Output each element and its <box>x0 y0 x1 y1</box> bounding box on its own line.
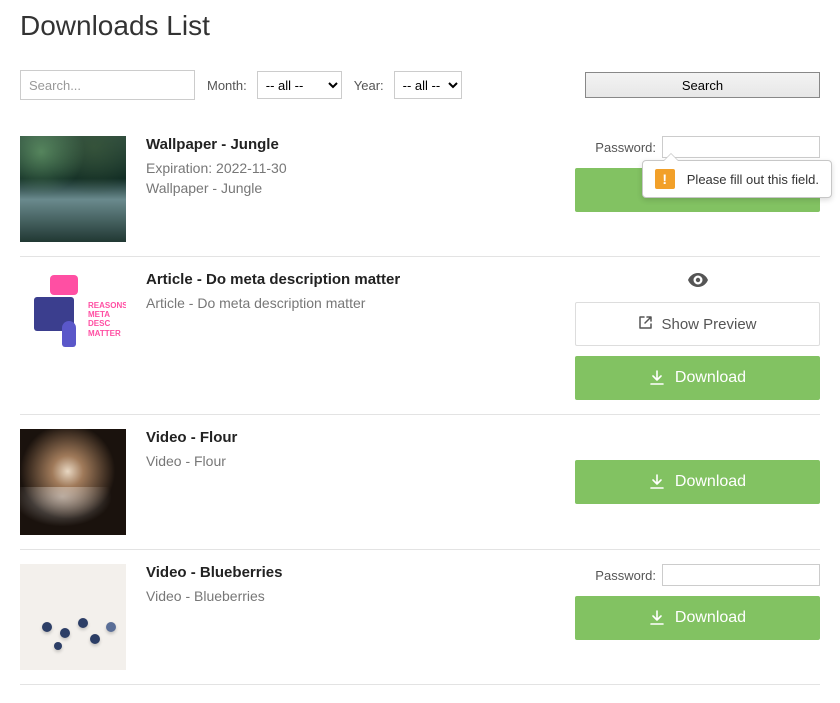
show-preview-button[interactable]: Show Preview <box>575 302 820 346</box>
download-button[interactable]: Download <box>575 596 820 640</box>
preview-label: Show Preview <box>661 316 756 333</box>
list-item: Video - Blueberries Video - Blueberries … <box>20 550 820 685</box>
password-row: Password: ! Please fill out this field. <box>575 136 820 158</box>
list-item: Wallpaper - Jungle Expiration: 2022-11-3… <box>20 122 820 257</box>
item-title: Wallpaper - Jungle <box>146 136 555 153</box>
warning-icon: ! <box>655 169 675 189</box>
item-meta: Video - Blueberries Video - Blueberries <box>146 564 555 670</box>
download-label: Download <box>675 473 746 491</box>
item-title: Video - Flour <box>146 429 555 446</box>
year-select[interactable]: -- all -- <box>394 71 462 99</box>
thumbnail <box>20 136 126 242</box>
month-label: Month: <box>207 78 247 93</box>
item-description: Article - Do meta description matter <box>146 294 555 314</box>
list-item: Video - Flour Video - Flour Download <box>20 415 820 550</box>
search-input[interactable] <box>20 70 195 100</box>
password-input[interactable] <box>662 136 820 158</box>
download-label: Download <box>675 609 746 627</box>
item-actions: Show Preview Download <box>575 271 820 400</box>
item-actions: Password: ! Please fill out this field. … <box>575 136 820 242</box>
validation-tooltip: ! Please fill out this field. <box>642 160 832 198</box>
item-description: Wallpaper - Jungle <box>146 179 555 199</box>
download-button[interactable]: Download <box>575 356 820 400</box>
item-actions: Password: Download <box>575 564 820 670</box>
item-meta: Video - Flour Video - Flour <box>146 429 555 535</box>
year-label: Year: <box>354 78 384 93</box>
page-title: Downloads List <box>20 10 820 42</box>
filters-bar: Month: -- all -- Year: -- all -- Search <box>20 70 820 100</box>
password-label: Password: <box>595 140 656 155</box>
password-label: Password: <box>595 568 656 583</box>
password-input[interactable] <box>662 564 820 586</box>
item-title: Article - Do meta description matter <box>146 271 555 288</box>
thumbnail <box>20 429 126 535</box>
thumbnail: REASONS META DESC MATTER <box>20 271 126 377</box>
password-row: Password: <box>575 564 820 586</box>
item-title: Video - Blueberries <box>146 564 555 581</box>
download-icon <box>649 610 665 626</box>
download-icon <box>649 370 665 386</box>
item-description: Video - Flour <box>146 452 555 472</box>
tooltip-text: Please fill out this field. <box>687 172 819 187</box>
thumbnail-caption: REASONS META DESC MATTER <box>88 301 126 338</box>
item-meta: Article - Do meta description matter Art… <box>146 271 555 400</box>
item-actions: Download <box>575 429 820 535</box>
item-expiration: Expiration: 2022-11-30 <box>146 159 555 179</box>
thumbnail <box>20 564 126 670</box>
download-icon <box>649 474 665 490</box>
download-label: Download <box>675 369 746 387</box>
list-item: REASONS META DESC MATTER Article - Do me… <box>20 257 820 415</box>
item-description: Video - Blueberries <box>146 587 555 607</box>
month-select[interactable]: -- all -- <box>257 71 342 99</box>
download-button[interactable]: Download <box>575 460 820 504</box>
external-link-icon <box>638 315 653 334</box>
search-button[interactable]: Search <box>585 72 820 98</box>
eye-icon <box>575 271 820 292</box>
item-meta: Wallpaper - Jungle Expiration: 2022-11-3… <box>146 136 555 242</box>
